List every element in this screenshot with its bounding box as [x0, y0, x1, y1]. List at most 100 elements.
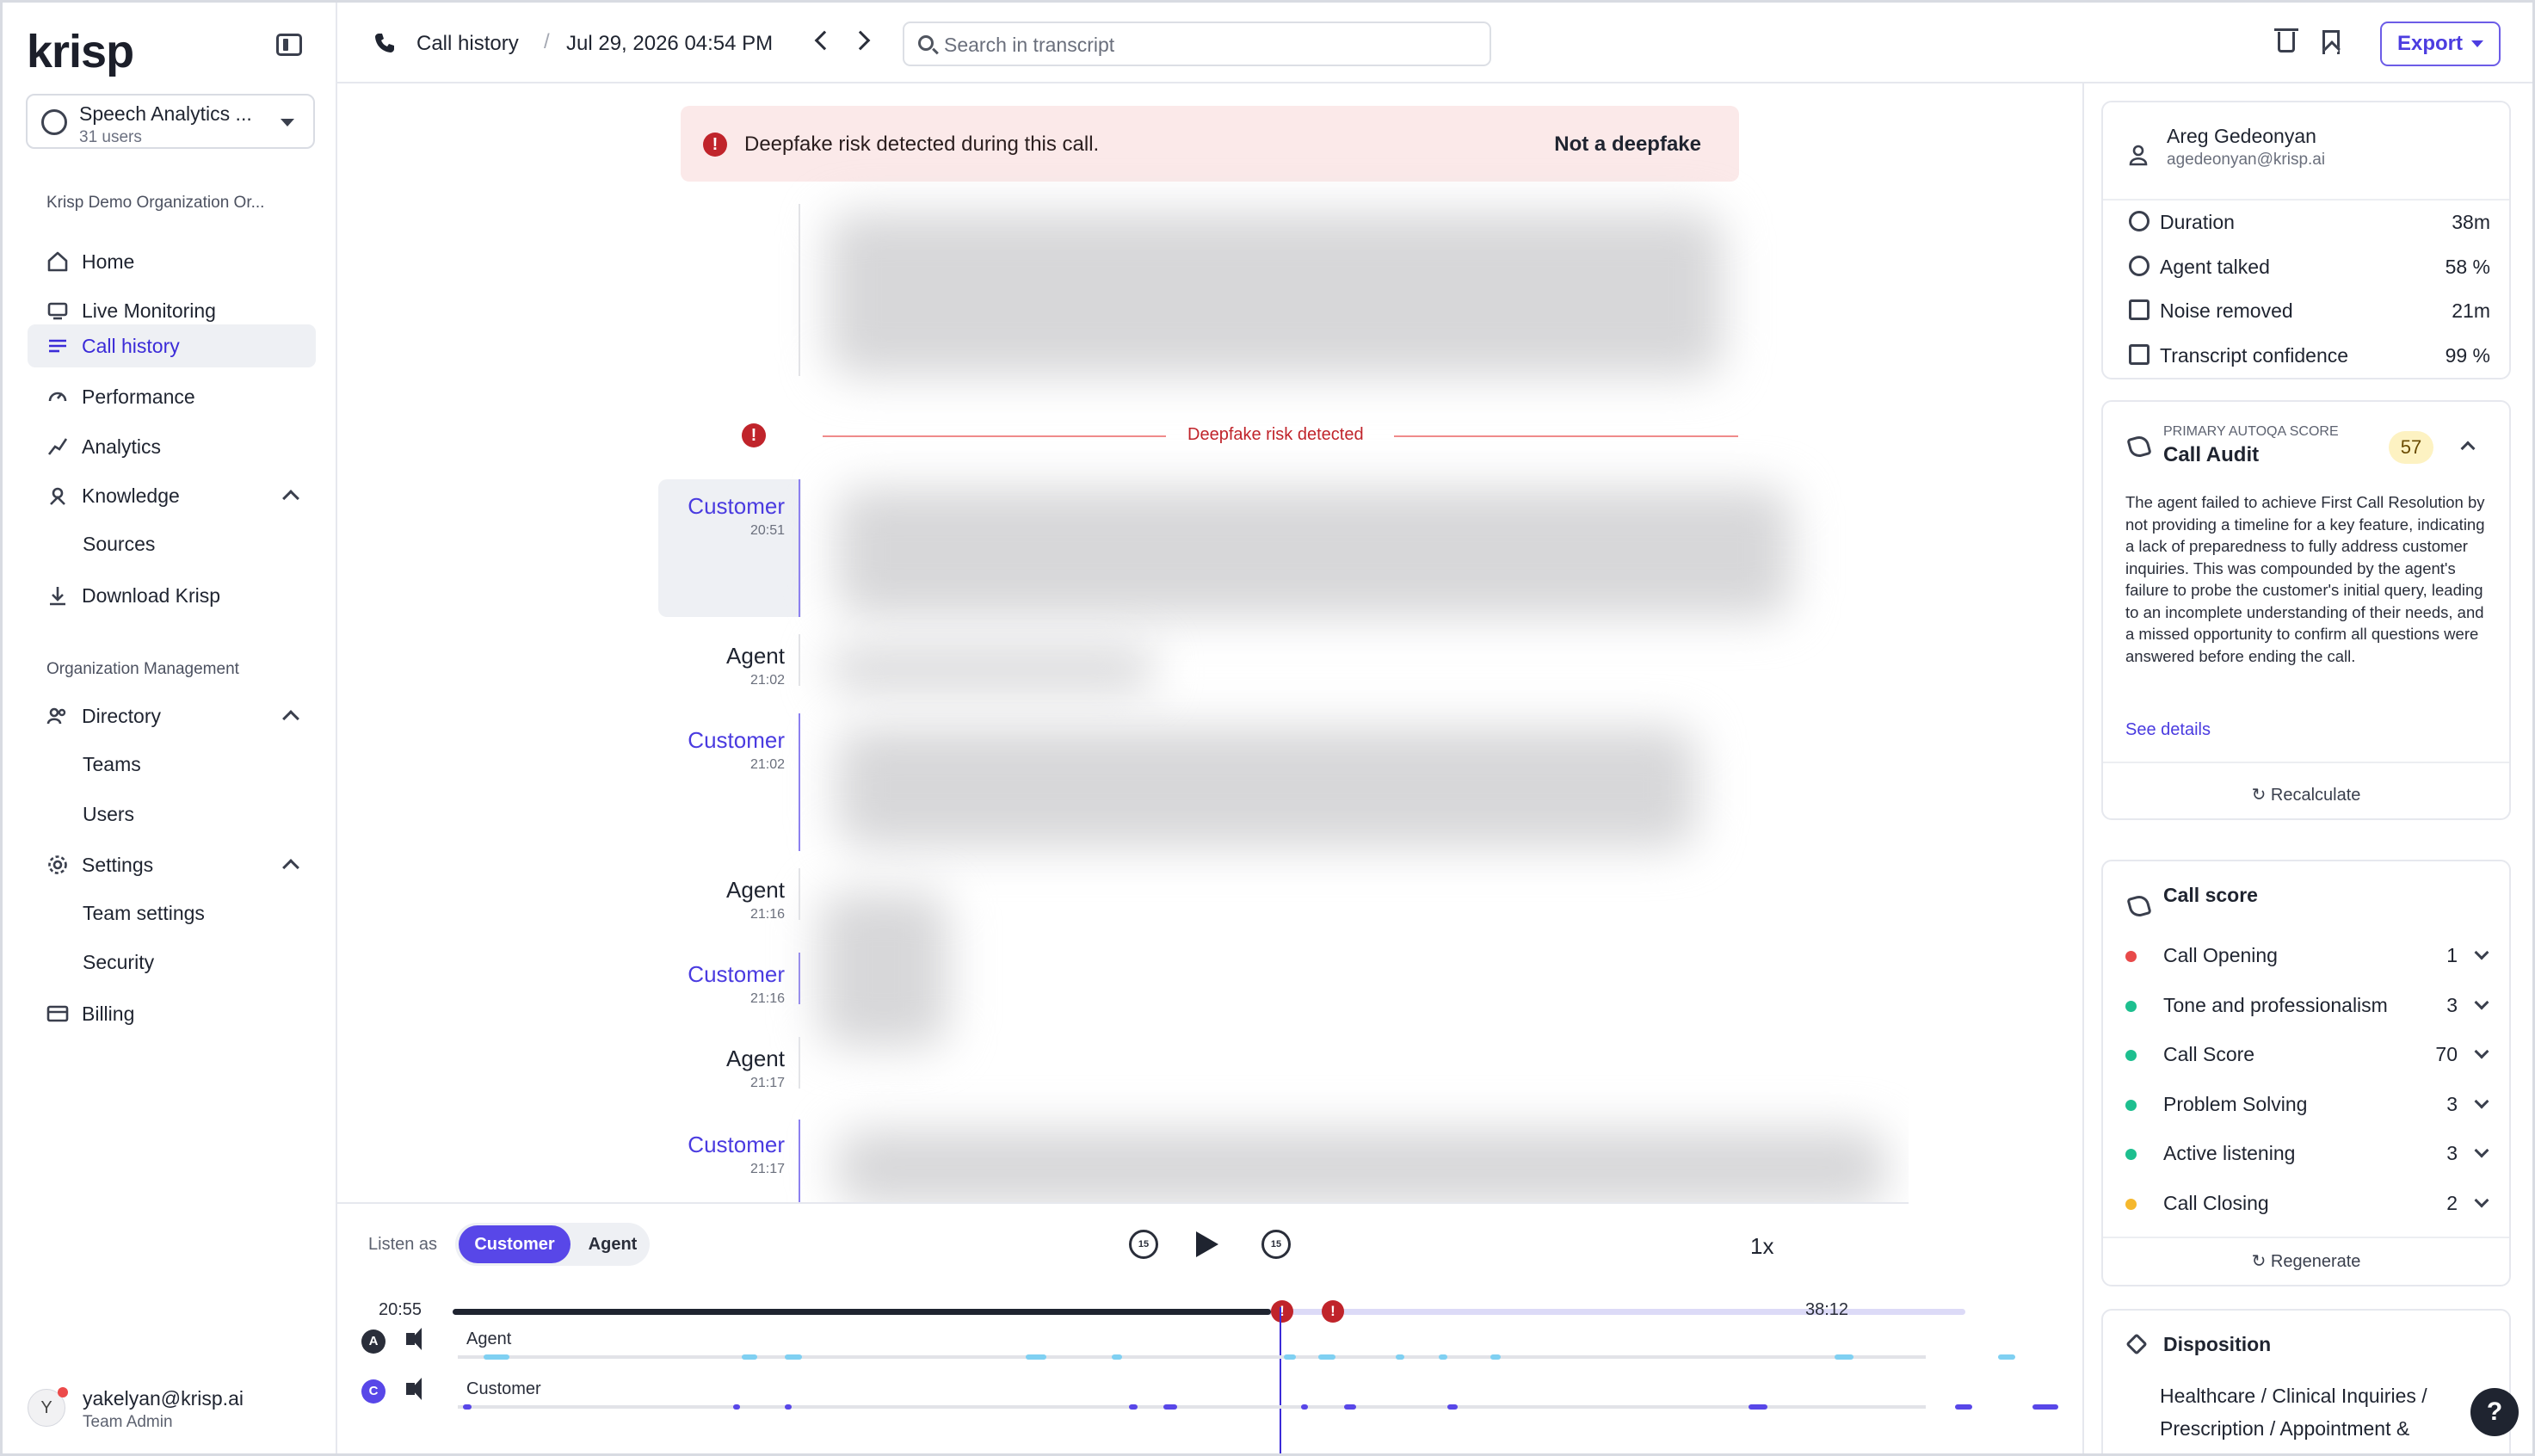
- chevron-up-icon[interactable]: [282, 859, 299, 876]
- play-icon[interactable]: [1196, 1231, 1218, 1257]
- sidebar-item-users[interactable]: Users: [83, 803, 134, 826]
- call-datetime: Jul 29, 2026 04:54 PM: [566, 32, 774, 55]
- transcript-search[interactable]: [903, 22, 1491, 66]
- chevron-down-icon[interactable]: [2474, 1044, 2489, 1059]
- speaker-line: [799, 953, 800, 1004]
- sidebar-item-teams[interactable]: Teams: [83, 753, 141, 776]
- volume-icon[interactable]: [406, 1378, 422, 1400]
- deepfake-pin-icon[interactable]: !: [1271, 1300, 1293, 1323]
- speaker-name: Customer: [688, 493, 785, 519]
- volume-icon[interactable]: [406, 1328, 422, 1350]
- customer-activity-bar[interactable]: [458, 1404, 2058, 1410]
- sidebar-item-billing[interactable]: Billing: [28, 992, 316, 1035]
- bookmark-icon[interactable]: [2322, 30, 2340, 54]
- timestamp[interactable]: 20:51: [656, 523, 785, 539]
- playback-speed[interactable]: 1x: [1750, 1233, 1773, 1260]
- sidebar-item-directory[interactable]: Directory: [28, 694, 316, 737]
- search-input[interactable]: [944, 32, 1477, 58]
- timestamp[interactable]: 21:16: [656, 907, 785, 922]
- sidebar-item-knowledge[interactable]: Knowledge: [28, 474, 316, 517]
- speaker-line: [799, 868, 800, 920]
- listen-as-toggle[interactable]: Customer Agent: [455, 1223, 650, 1266]
- sidebar-item-performance[interactable]: Performance: [28, 375, 316, 418]
- status-dot: [2125, 1050, 2137, 1061]
- stat-value: 21m: [2452, 299, 2490, 322]
- chevron-right-icon[interactable]: [850, 30, 871, 51]
- gear-icon: [46, 853, 70, 877]
- search-icon: [918, 35, 934, 51]
- listen-agent-option[interactable]: Agent: [583, 1225, 643, 1263]
- caret-down-icon: [281, 119, 294, 126]
- chevron-down-icon[interactable]: [2474, 1094, 2489, 1109]
- divider: [2103, 1237, 2509, 1238]
- timestamp[interactable]: 21:17: [656, 1162, 785, 1177]
- score-row[interactable]: Problem Solving 3: [2125, 1089, 2495, 1120]
- not-deepfake-button[interactable]: Not a deepfake: [1554, 133, 1701, 157]
- transcript-panel: ! Deepfake risk detected during this cal…: [337, 83, 1909, 1202]
- score-row[interactable]: Call Score 70: [2125, 1040, 2495, 1070]
- export-button[interactable]: Export: [2380, 22, 2501, 66]
- transcript-entry[interactable]: Customer 21:16: [656, 961, 785, 1007]
- speaker-line: [799, 1120, 800, 1202]
- org-management-label: Organization Management: [46, 660, 239, 678]
- timestamp[interactable]: 21:16: [656, 991, 785, 1007]
- sidebar-toggle-icon[interactable]: [276, 34, 302, 56]
- chevron-down-icon[interactable]: [2474, 995, 2489, 1010]
- user-profile[interactable]: Y yakelyan@krisp.ai Team Admin: [28, 1382, 320, 1434]
- chevron-up-icon[interactable]: [282, 490, 299, 507]
- sidebar-item-call-history[interactable]: Call history: [28, 324, 316, 367]
- chevron-down-icon[interactable]: [2474, 1193, 2489, 1208]
- score-row[interactable]: Active listening 3: [2125, 1138, 2495, 1169]
- sidebar-item-settings[interactable]: Settings: [28, 843, 316, 886]
- speech-segment: [1396, 1354, 1404, 1360]
- deepfake-pin-icon[interactable]: !: [1322, 1300, 1344, 1323]
- stat-transcript-confidence: Transcript confidence 99 %: [2129, 342, 2490, 368]
- sidebar-item-team-settings[interactable]: Team settings: [83, 902, 205, 925]
- agent-activity-bar[interactable]: [458, 1354, 2015, 1360]
- team-selector[interactable]: Speech Analytics ... 31 users: [26, 94, 315, 149]
- status-dot: [2125, 1100, 2137, 1111]
- sidebar-item-download-krisp[interactable]: Download Krisp: [28, 574, 316, 617]
- transcript-entry[interactable]: Customer 21:17: [656, 1132, 785, 1177]
- score-row[interactable]: Tone and professionalism 3: [2125, 990, 2495, 1021]
- user-icon: [2129, 145, 2148, 166]
- chevron-left-icon[interactable]: [814, 30, 835, 51]
- transcript-entry[interactable]: Agent 21:17: [656, 1046, 785, 1091]
- recalculate-button[interactable]: ↻ Recalculate: [2103, 784, 2509, 805]
- listen-customer-option[interactable]: Customer: [459, 1225, 571, 1263]
- sidebar-item-sources[interactable]: Sources: [83, 533, 155, 556]
- skip-forward-icon[interactable]: 15: [1261, 1230, 1291, 1259]
- export-label: Export: [2396, 32, 2463, 55]
- breadcrumb-call-history[interactable]: Call history: [416, 32, 519, 56]
- transcript-entry[interactable]: Agent 21:02: [656, 643, 785, 688]
- transcript-entry[interactable]: Customer 21:02: [656, 727, 785, 773]
- caret-down-icon: [2471, 40, 2483, 47]
- channel-name: Customer: [466, 1379, 541, 1398]
- timestamp[interactable]: 21:02: [656, 673, 785, 688]
- transcript-entry[interactable]: Agent 21:16: [656, 877, 785, 922]
- chevron-up-icon[interactable]: [2460, 441, 2476, 456]
- timestamp[interactable]: 21:02: [656, 757, 785, 773]
- sidebar-item-security[interactable]: Security: [83, 951, 154, 974]
- timestamp[interactable]: 21:17: [656, 1076, 785, 1091]
- score-row[interactable]: Call Closing 2: [2125, 1188, 2495, 1219]
- stat-duration: Duration 38m: [2129, 209, 2490, 235]
- chevron-down-icon[interactable]: [2474, 945, 2489, 960]
- see-details-link[interactable]: See details: [2125, 720, 2211, 740]
- skip-back-icon[interactable]: 15: [1129, 1230, 1158, 1259]
- progress-track[interactable]: [453, 1309, 1965, 1315]
- chevron-up-icon[interactable]: [282, 710, 299, 727]
- help-button[interactable]: ?: [2470, 1388, 2519, 1436]
- notification-dot: [58, 1387, 68, 1397]
- call-score-title: Call score: [2163, 884, 2258, 906]
- sidebar-item-home[interactable]: Home: [28, 240, 316, 283]
- transcript-entry[interactable]: Customer 20:51: [656, 493, 785, 539]
- sidebar-item-analytics[interactable]: Analytics: [28, 425, 316, 468]
- regenerate-button[interactable]: ↻ Regenerate: [2103, 1250, 2509, 1272]
- krisp-logo[interactable]: krisp: [27, 25, 134, 78]
- total-time: 38:12: [1805, 1300, 1849, 1319]
- trash-icon[interactable]: [2274, 28, 2298, 52]
- download-icon: [46, 583, 70, 608]
- chevron-down-icon[interactable]: [2474, 1143, 2489, 1158]
- score-row[interactable]: Call Opening 1: [2125, 941, 2495, 972]
